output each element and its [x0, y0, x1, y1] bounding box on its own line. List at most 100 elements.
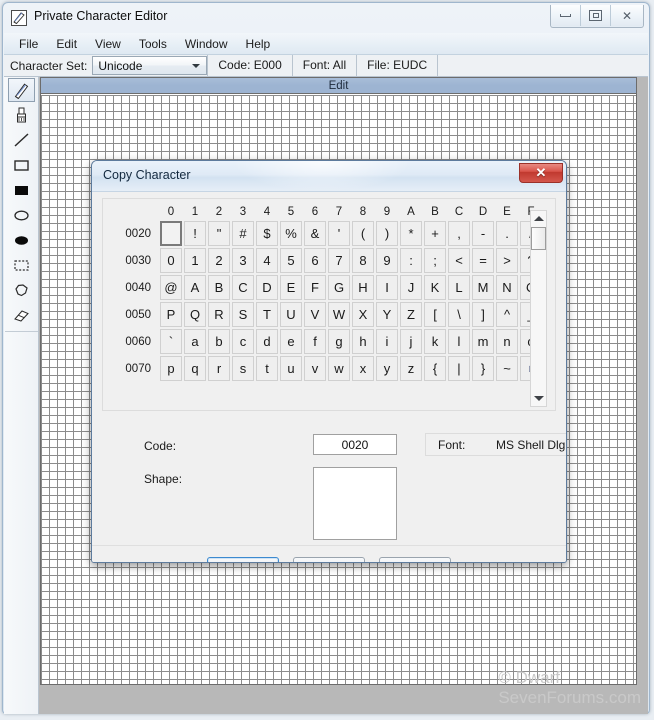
menu-item-view[interactable]: View: [86, 35, 130, 53]
cancel-button[interactable]: Cancel: [293, 557, 365, 562]
edit-window-titlebar[interactable]: Edit: [41, 78, 636, 94]
character-cell[interactable]: ]: [472, 302, 494, 327]
font-button[interactable]: Font...: [379, 557, 451, 562]
character-cell[interactable]: ': [328, 221, 350, 246]
dialog-titlebar[interactable]: Copy Character ✕: [92, 161, 566, 192]
character-cell[interactable]: 7: [328, 248, 350, 273]
character-cell[interactable]: N: [496, 275, 518, 300]
character-cell[interactable]: %: [280, 221, 302, 246]
character-cell[interactable]: d: [256, 329, 278, 354]
character-cell[interactable]: E: [280, 275, 302, 300]
ok-button[interactable]: OK: [207, 557, 279, 562]
close-button[interactable]: ✕: [611, 5, 643, 26]
character-cell[interactable]: z: [400, 356, 422, 381]
character-cell[interactable]: 9: [376, 248, 398, 273]
scroll-up-button[interactable]: [531, 211, 546, 226]
character-cell[interactable]: }: [472, 356, 494, 381]
character-cell[interactable]: L: [448, 275, 470, 300]
character-cell[interactable]: #: [232, 221, 254, 246]
menu-item-help[interactable]: Help: [237, 35, 280, 53]
pencil-tool-button[interactable]: [7, 78, 35, 102]
character-cell[interactable]: C: [232, 275, 254, 300]
menu-item-file[interactable]: File: [10, 35, 47, 53]
character-cell[interactable]: A: [184, 275, 206, 300]
scrollbar-thumb[interactable]: [531, 227, 546, 250]
character-cell[interactable]: >: [496, 248, 518, 273]
character-cell[interactable]: ): [376, 221, 398, 246]
character-cell[interactable]: Q: [184, 302, 206, 327]
line-tool-button[interactable]: [8, 128, 35, 152]
character-cell[interactable]: 8: [352, 248, 374, 273]
character-cell[interactable]: -: [472, 221, 494, 246]
character-cell[interactable]: 2: [208, 248, 230, 273]
character-cell[interactable]: J: [400, 275, 422, 300]
character-cell[interactable]: c: [232, 329, 254, 354]
character-cell[interactable]: *: [400, 221, 422, 246]
window-titlebar[interactable]: Private Character Editor ✕: [3, 3, 649, 33]
character-cell[interactable]: .: [496, 221, 518, 246]
character-cell[interactable]: ^: [496, 302, 518, 327]
character-cell[interactable]: (: [352, 221, 374, 246]
character-cell[interactable]: j: [400, 329, 422, 354]
character-cell[interactable]: 4: [256, 248, 278, 273]
character-cell[interactable]: +: [424, 221, 446, 246]
character-cell[interactable]: |: [448, 356, 470, 381]
maximize-button[interactable]: [581, 5, 611, 26]
character-cell[interactable]: K: [424, 275, 446, 300]
menu-item-tools[interactable]: Tools: [130, 35, 176, 53]
scroll-down-button[interactable]: [531, 391, 546, 406]
character-cell[interactable]: q: [184, 356, 206, 381]
code-input[interactable]: 0020: [313, 434, 397, 455]
character-cell[interactable]: G: [328, 275, 350, 300]
character-cell[interactable]: @: [160, 275, 182, 300]
character-cell[interactable]: x: [352, 356, 374, 381]
minimize-button[interactable]: [551, 5, 581, 26]
character-cell[interactable]: \: [448, 302, 470, 327]
character-cell[interactable]: ;: [424, 248, 446, 273]
character-cell[interactable]: f: [304, 329, 326, 354]
character-cell[interactable]: i: [376, 329, 398, 354]
character-cell[interactable]: 6: [304, 248, 326, 273]
character-cell[interactable]: :: [400, 248, 422, 273]
character-cell[interactable]: {: [424, 356, 446, 381]
character-cell[interactable]: 1: [184, 248, 206, 273]
character-cell[interactable]: ~: [496, 356, 518, 381]
character-cell[interactable]: W: [328, 302, 350, 327]
character-cell[interactable]: l: [448, 329, 470, 354]
dialog-close-button[interactable]: ✕: [519, 163, 563, 183]
eraser-tool-button[interactable]: [8, 303, 35, 327]
character-cell[interactable]: h: [352, 329, 374, 354]
character-cell[interactable]: $: [256, 221, 278, 246]
character-cell[interactable]: [: [424, 302, 446, 327]
character-cell[interactable]: [160, 221, 182, 246]
character-cell[interactable]: b: [208, 329, 230, 354]
character-cell[interactable]: m: [472, 329, 494, 354]
character-cell[interactable]: t: [256, 356, 278, 381]
character-cell[interactable]: I: [376, 275, 398, 300]
character-cell[interactable]: =: [472, 248, 494, 273]
character-cell[interactable]: w: [328, 356, 350, 381]
character-cell[interactable]: !: [184, 221, 206, 246]
character-cell[interactable]: U: [280, 302, 302, 327]
character-cell[interactable]: 3: [232, 248, 254, 273]
character-cell[interactable]: r: [208, 356, 230, 381]
character-cell[interactable]: T: [256, 302, 278, 327]
character-cell[interactable]: F: [304, 275, 326, 300]
character-cell[interactable]: `: [160, 329, 182, 354]
character-set-dropdown[interactable]: Unicode: [92, 56, 208, 75]
character-cell[interactable]: 5: [280, 248, 302, 273]
filled-rectangle-tool-button[interactable]: [8, 178, 35, 202]
rectangle-tool-button[interactable]: [8, 153, 35, 177]
character-cell[interactable]: p: [160, 356, 182, 381]
brush-tool-button[interactable]: [8, 103, 35, 127]
character-cell[interactable]: H: [352, 275, 374, 300]
character-cell[interactable]: n: [496, 329, 518, 354]
character-cell[interactable]: k: [424, 329, 446, 354]
character-cell[interactable]: <: [448, 248, 470, 273]
character-cell[interactable]: Z: [400, 302, 422, 327]
character-cell[interactable]: D: [256, 275, 278, 300]
character-cell[interactable]: s: [232, 356, 254, 381]
character-cell[interactable]: a: [184, 329, 206, 354]
filled-ellipse-tool-button[interactable]: [8, 228, 35, 252]
character-cell[interactable]: M: [472, 275, 494, 300]
